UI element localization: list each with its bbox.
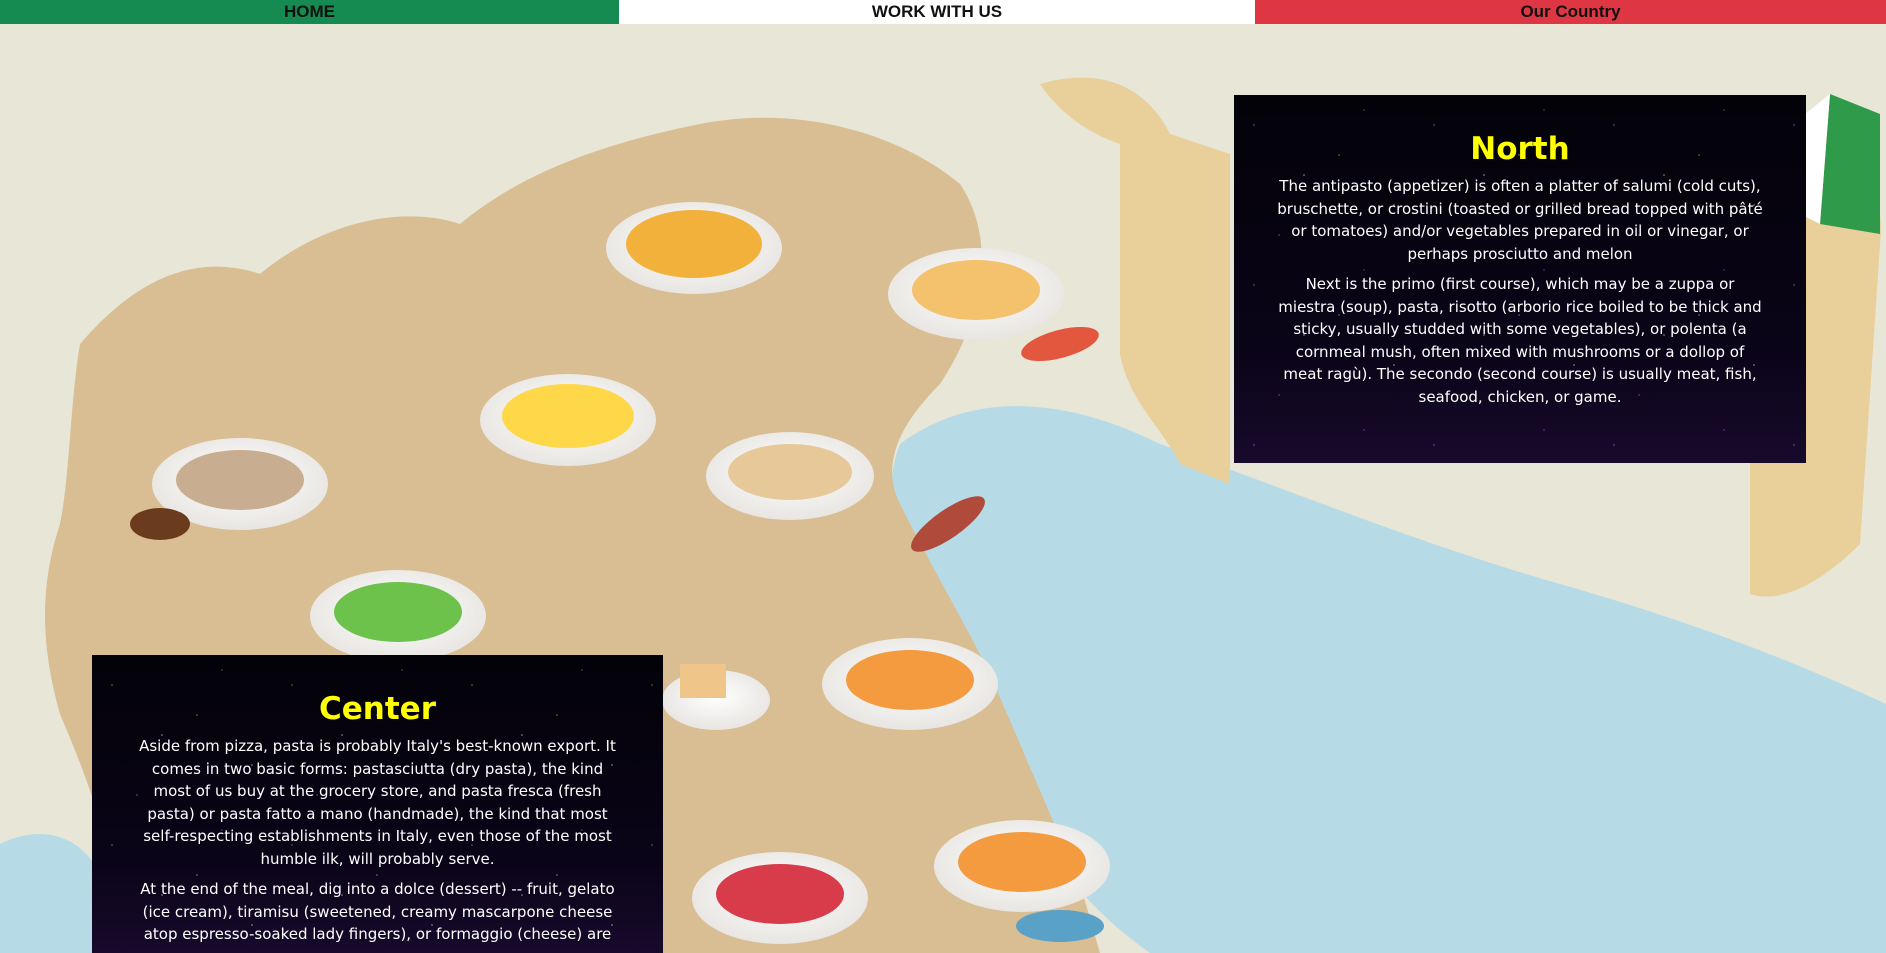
- north-title: North: [1470, 131, 1570, 167]
- center-paragraph-2: At the end of the meal, dig into a dolce…: [140, 880, 615, 943]
- food-plate: [606, 202, 782, 294]
- center-paragraph-1: Aside from pizza, pasta is probably Ital…: [139, 737, 616, 868]
- nav-our-country-link[interactable]: Our Country: [1255, 0, 1886, 24]
- center-info-panel: Center Aside from pizza, pasta is probab…: [92, 655, 663, 953]
- north-paragraph-1: The antipasto (appetizer) is often a pla…: [1277, 177, 1763, 263]
- north-paragraph-2: Next is the primo (first course), which …: [1278, 275, 1762, 406]
- center-title: Center: [319, 691, 436, 727]
- top-nav: HOME WORK WITH US Our Country: [0, 0, 1886, 24]
- north-info-panel: North The antipasto (appetizer) is often…: [1234, 95, 1806, 463]
- nav-work-with-us-link[interactable]: WORK WITH US: [619, 0, 1255, 24]
- nav-home-link[interactable]: HOME: [0, 0, 619, 24]
